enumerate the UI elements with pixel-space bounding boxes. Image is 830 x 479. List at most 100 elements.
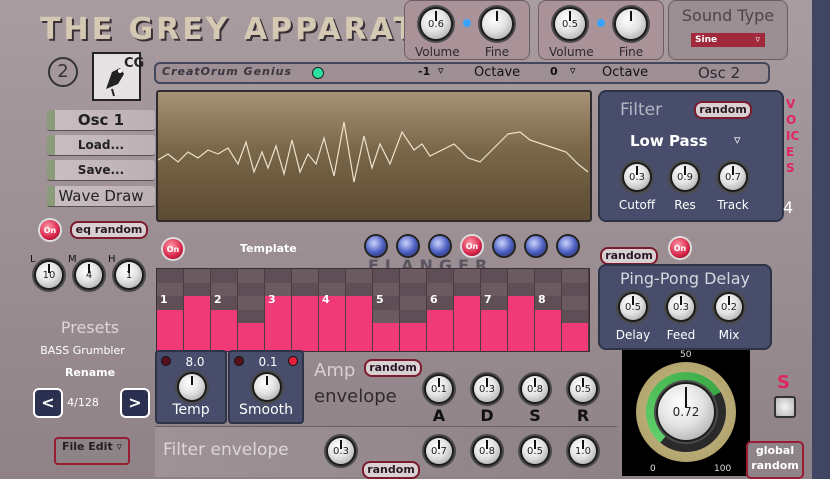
sequencer-cell[interactable] [427,269,454,283]
save-button[interactable]: Save... [47,160,155,181]
eq-high-knob[interactable]: 1 [116,262,142,288]
eq-on-button[interactable]: On [40,220,60,240]
waveform-display[interactable] [156,90,592,222]
global-random-button[interactable]: global random [746,441,804,479]
voices-count[interactable]: 4 [783,198,793,217]
octave-value[interactable]: 0 [550,65,558,78]
sequencer-cell[interactable] [265,336,292,351]
sequencer-cell[interactable] [562,282,589,297]
sequencer-cell[interactable] [508,269,535,283]
decay-knob[interactable]: 0.3 [474,376,500,402]
filter-random-button[interactable]: random [694,101,752,119]
cutoff-knob[interactable]: 0.3 [624,164,650,190]
sequencer-cell[interactable] [292,269,319,283]
flanger-knob[interactable] [526,236,546,256]
temp-knob[interactable] [179,374,205,400]
sequencer-cell[interactable] [292,282,319,297]
template-label[interactable]: Template [240,242,297,255]
flanger-knob[interactable] [558,236,578,256]
sequencer-cell[interactable] [373,269,400,283]
sequencer-cell[interactable] [535,269,562,283]
res-knob[interactable]: 0.9 [672,164,698,190]
sequencer-cell[interactable] [562,269,589,283]
sequencer-cell[interactable] [184,309,211,324]
fine-knob[interactable] [482,9,512,39]
mix-knob[interactable]: 0.2 [716,294,742,320]
filter-env-release-knob[interactable]: 1.0 [570,438,596,464]
sequencer-cell[interactable] [373,336,400,351]
sequencer-cell[interactable] [238,336,265,351]
sequencer-cell[interactable] [265,323,292,337]
sequencer-cell[interactable] [454,282,481,297]
sequencer-cell[interactable] [562,296,589,310]
sustain-knob[interactable]: 0.8 [522,376,548,402]
sequencer-cell[interactable] [157,336,184,351]
volume-knob[interactable]: 0.5 [555,9,585,39]
sequencer-cell[interactable] [481,269,508,283]
flanger-on-button[interactable]: On [462,236,482,256]
sequencer-cell[interactable] [400,282,427,297]
sequencer-cell[interactable] [292,309,319,324]
sequencer-cell[interactable] [454,269,481,283]
master-volume-knob[interactable]: 0.72 [658,384,714,440]
sequencer-cell[interactable] [427,336,454,351]
sequencer-cell[interactable] [508,282,535,297]
sequencer-cell[interactable] [346,309,373,324]
sound-type-dropdown[interactable]: Sine ▿ [691,33,765,47]
sequencer-cell[interactable] [238,269,265,283]
sequencer-cell[interactable] [211,309,238,324]
flanger-knob[interactable] [430,236,450,256]
next-preset-button[interactable]: > [120,388,150,418]
filter-env-sustain-knob[interactable]: 0.5 [522,438,548,464]
sequencer-cell[interactable] [481,336,508,351]
eq-random-button[interactable]: eq random [70,221,148,239]
filter-env-attack-knob[interactable]: 0.7 [426,438,452,464]
eq-low-knob[interactable]: 10 [36,262,62,288]
sequencer-cell[interactable] [508,336,535,351]
sequencer-cell[interactable] [319,269,346,283]
sequencer-cell[interactable] [184,269,211,283]
sequencer-cell[interactable] [346,269,373,283]
sequencer-cell[interactable] [238,282,265,297]
sequencer-cell[interactable] [238,309,265,324]
sequencer-cell[interactable] [562,336,589,351]
sequencer-cell[interactable] [535,309,562,324]
sequencer-cell[interactable] [238,296,265,310]
sequencer-cell[interactable] [319,323,346,337]
sequencer-cell[interactable] [562,323,589,337]
sequencer-cell[interactable] [211,323,238,337]
sequencer-cell[interactable] [535,336,562,351]
sequencer-random-button[interactable]: random [600,247,658,265]
prev-preset-button[interactable]: < [33,388,63,418]
flanger-knob[interactable] [398,236,418,256]
feed-knob[interactable]: 0.3 [668,294,694,320]
load-button[interactable]: Load... [47,135,155,156]
amp-random-button[interactable]: random [364,359,422,377]
sequencer-cell[interactable] [319,336,346,351]
sequencer-cell[interactable] [508,323,535,337]
sequencer-cell[interactable] [184,336,211,351]
smooth-knob[interactable] [254,374,280,400]
filter-env-decay-knob[interactable]: 0.8 [474,438,500,464]
sequencer-cell[interactable] [157,309,184,324]
sequencer-cell[interactable] [211,269,238,283]
sequencer-cell[interactable] [454,309,481,324]
eq-mid-knob[interactable]: 4 [76,262,102,288]
sequencer-cell[interactable] [373,323,400,337]
sequencer-cell[interactable] [481,309,508,324]
sequencer-cell[interactable] [400,336,427,351]
sequencer-cell[interactable] [346,296,373,310]
delay-on-button[interactable]: On [670,238,690,258]
file-edit-menu[interactable]: File Edit ▿ [54,437,130,465]
sequencer-cell[interactable] [211,336,238,351]
sequencer-cell[interactable] [508,296,535,310]
sequencer-cell[interactable] [400,296,427,310]
step-sequencer-grid[interactable]: 1 2 3 4 5 6 7 8 [156,268,590,352]
fine-knob[interactable] [616,9,646,39]
sequencer-cell[interactable] [238,323,265,337]
sequencer-cell[interactable] [400,309,427,324]
master-gauge[interactable]: 50 0 100 0.72 [622,350,750,476]
sequencer-cell[interactable] [346,282,373,297]
sequencer-cell[interactable] [427,323,454,337]
sequencer-cell[interactable] [454,323,481,337]
